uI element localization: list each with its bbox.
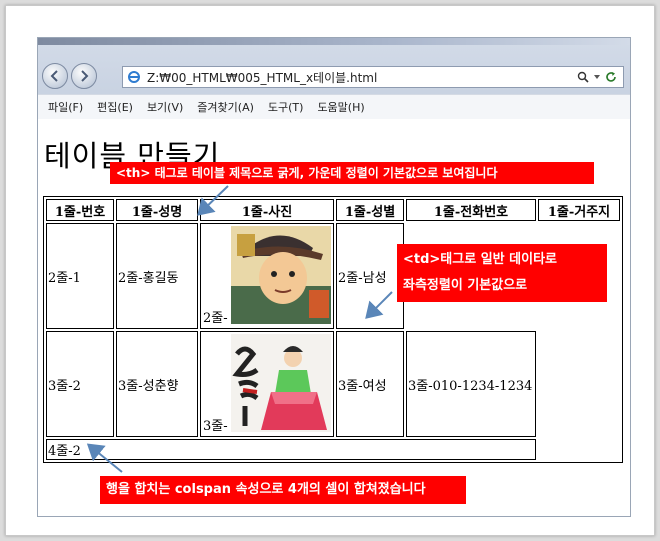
- colspan-arrow: [86, 443, 123, 473]
- th-arrow: [197, 185, 229, 216]
- td-arrow: [365, 291, 393, 319]
- annotation-arrows: [86, 185, 393, 473]
